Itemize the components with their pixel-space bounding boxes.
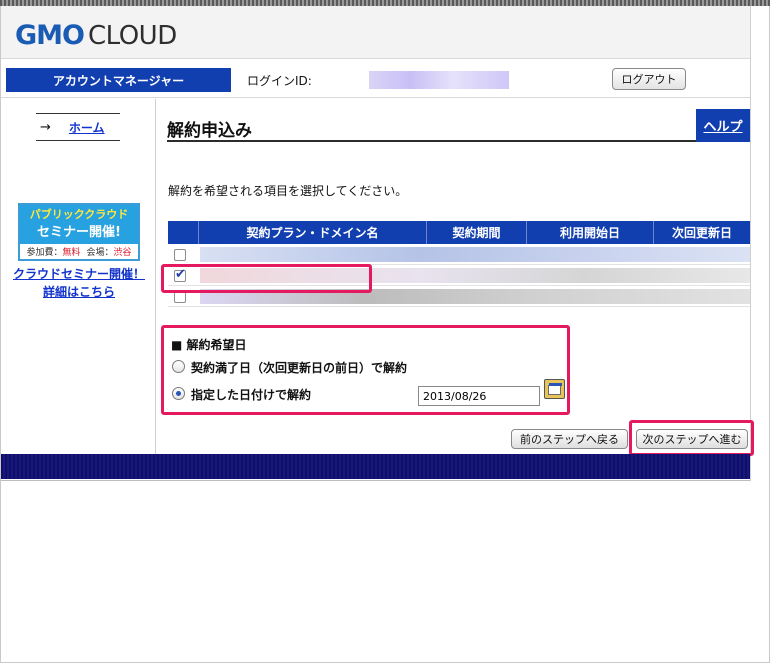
radio-contract-end[interactable] [172, 360, 185, 373]
header-next-renewal: 次回更新日 [653, 221, 750, 244]
seminar-details-link[interactable]: クラウドセミナー開催！詳細はこちら [9, 265, 149, 301]
banner-info: 参加費：無料 会場：渋谷 [20, 244, 138, 259]
table-row[interactable] [168, 244, 750, 265]
account-manager-tab[interactable]: アカウントマネージャー [6, 68, 231, 92]
sidebar: → ホーム パブリッククラウド セミナー開催! 参加費：無料 会場：渋谷 クラウ… [1, 99, 156, 454]
checked-row-highlight [161, 264, 372, 293]
help-button[interactable]: ヘルプ [696, 109, 750, 142]
back-button[interactable]: 前のステップへ戻る [511, 429, 628, 449]
site-header: GMO CLOUD [1, 6, 750, 58]
next-button[interactable]: 次のステップへ進む [636, 429, 748, 449]
table-header: 契約プラン・ドメイン名 契約期間 利用開始日 次回更新日 [168, 221, 750, 244]
arrow-right-icon: → [40, 119, 51, 135]
radio-contract-end-label[interactable]: 契約満了日（次回更新日の前日）で解約 [191, 359, 407, 376]
calendar-icon[interactable] [544, 379, 565, 399]
instruction-text: 解約を希望される項目を選択してください。 [168, 184, 408, 198]
logout-button[interactable]: ログアウト [612, 68, 686, 90]
banner-fee-value: 無料 [62, 248, 81, 258]
banner-venue-label: 会場： [86, 248, 114, 258]
footer-bar [1, 454, 750, 479]
seminar-banner[interactable]: パブリッククラウド セミナー開催! 参加費：無料 会場：渋谷 [18, 203, 140, 261]
row-checkbox[interactable] [174, 249, 186, 261]
content-right-border [750, 6, 751, 481]
radio-specified-date[interactable] [172, 387, 185, 400]
login-id-label: ログインID: [247, 74, 312, 88]
banner-line2: セミナー開催! [37, 225, 121, 240]
home-link[interactable]: → ホーム [36, 113, 120, 141]
redacted-row-content [200, 247, 750, 262]
header-select [168, 221, 198, 244]
user-bar: アカウントマネージャー ログインID: ログアウト [1, 58, 750, 98]
radio-specified-date-label[interactable]: 指定した日付けで解約 [191, 386, 311, 403]
header-plan-domain: 契約プラン・ドメイン名 [198, 221, 426, 244]
footer-divider [1, 480, 750, 481]
title-divider [167, 140, 750, 142]
termination-date-label: ■ 解約希望日 [171, 338, 247, 352]
gmo-cloud-logo[interactable]: GMO CLOUD [15, 20, 177, 51]
logo-sub: CLOUD [87, 21, 177, 51]
banner-venue-value: 渋谷 [113, 248, 132, 258]
banner-line1: パブリッククラウド [29, 208, 129, 221]
header-start-date: 利用開始日 [526, 221, 653, 244]
logo-main: GMO [15, 20, 85, 51]
header-contract-period: 契約期間 [426, 221, 526, 244]
page-title: 解約申込み [167, 121, 252, 141]
banner-fee-label: 参加費： [26, 248, 63, 258]
home-link-label[interactable]: ホーム [69, 119, 105, 136]
login-id-value-redacted [369, 71, 509, 89]
date-input[interactable] [418, 386, 540, 406]
